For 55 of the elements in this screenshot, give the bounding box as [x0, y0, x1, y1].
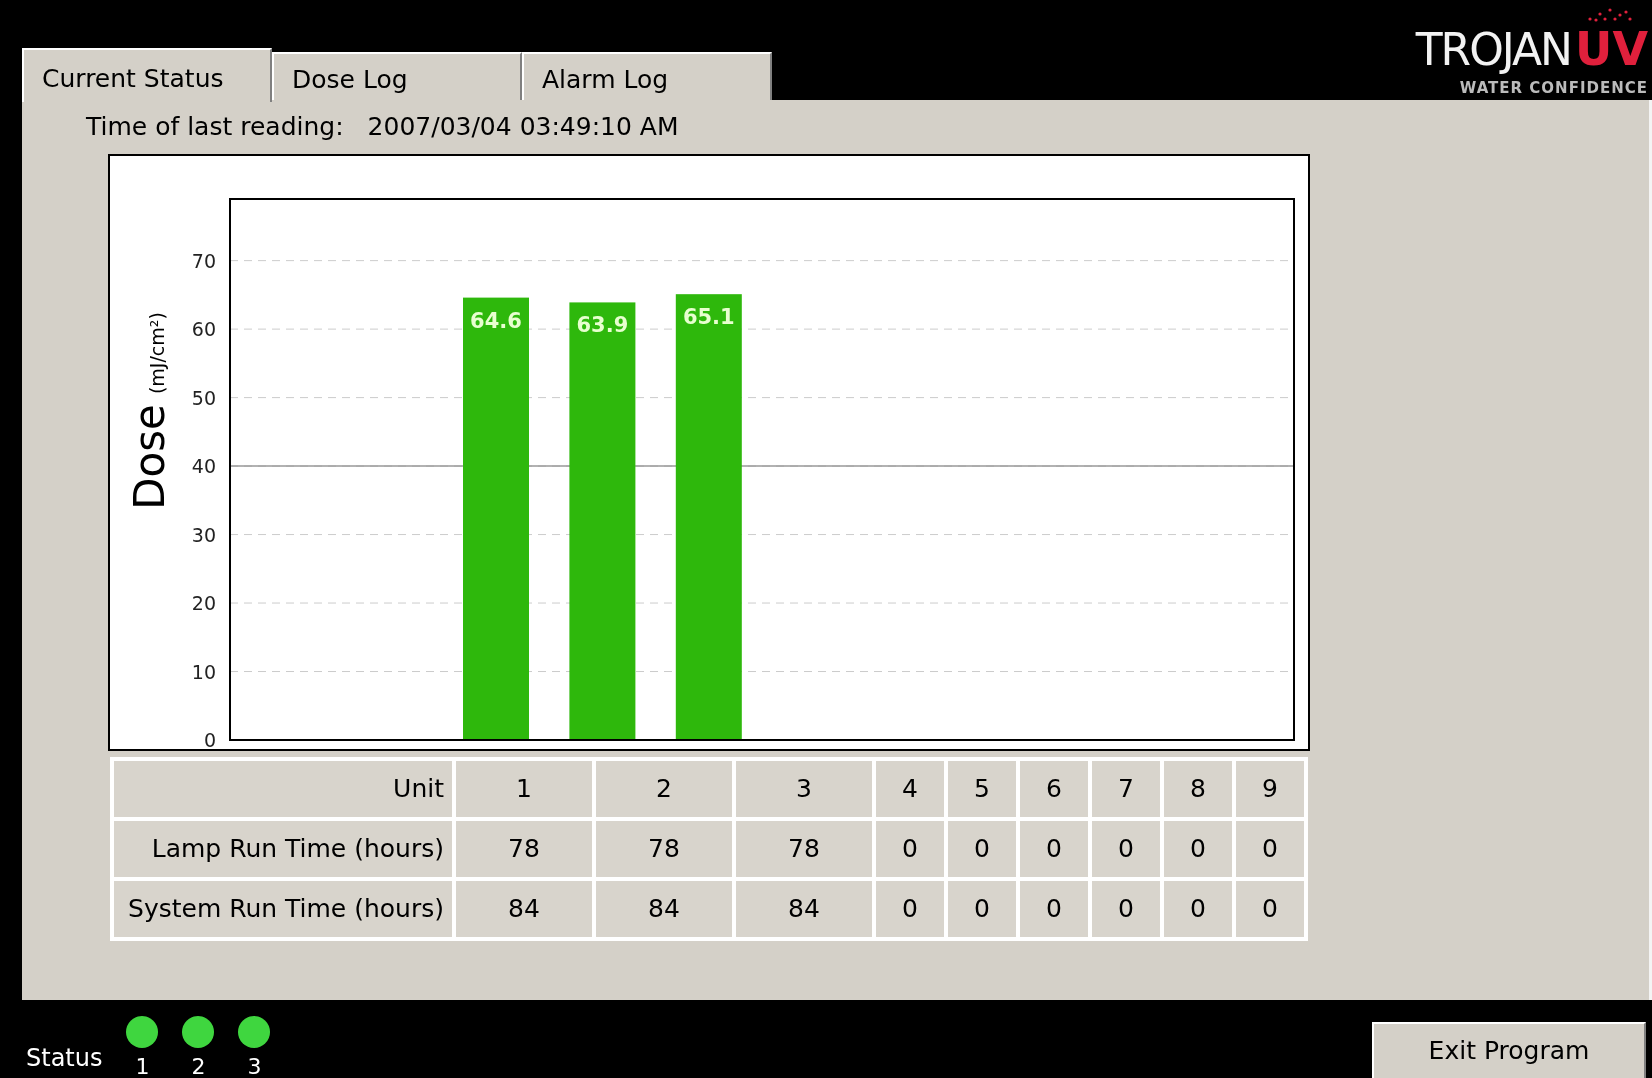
- column-header: 9: [1236, 760, 1304, 817]
- logo-text: TROJAN: [1415, 24, 1573, 78]
- data-label: 63.9: [576, 312, 629, 337]
- table-cell: 0: [1020, 820, 1088, 877]
- table-cell: 0: [876, 820, 944, 877]
- reading-time: 2007/03/04 03:49:10 AM: [367, 111, 679, 143]
- table-cell: 0: [948, 820, 1016, 877]
- tab[interactable]: Dose Log: [272, 52, 522, 100]
- tick-label: 50: [191, 386, 216, 409]
- table-cell: 0: [1092, 820, 1160, 877]
- unit-number: 2: [191, 1056, 206, 1078]
- column-header: 4: [876, 760, 944, 817]
- table-cell: 0: [1092, 880, 1160, 937]
- table-cell: 0: [1164, 880, 1232, 937]
- table-cell: 84: [736, 880, 872, 937]
- column-header: 6: [1020, 760, 1088, 817]
- tab[interactable]: Current Status: [22, 48, 272, 102]
- column-header: 1: [456, 760, 592, 817]
- table-cell: 0: [1164, 820, 1232, 877]
- tab[interactable]: Alarm Log: [522, 52, 772, 100]
- table-cell: 0: [1020, 880, 1088, 937]
- table-cell: 78: [596, 820, 732, 877]
- axis-title: Dose (mJ/cm²): [125, 310, 175, 512]
- column-header: 5: [948, 760, 1016, 817]
- table-cell: 0: [876, 880, 944, 937]
- status-label: Status: [26, 1043, 103, 1074]
- column-header: 2: [596, 760, 732, 817]
- table-cell: 84: [456, 880, 592, 937]
- tick-label: 40: [191, 454, 216, 477]
- tick-label: 10: [191, 660, 216, 682]
- row-label: Unit: [114, 760, 452, 817]
- table-cell: 78: [456, 820, 592, 877]
- tick-label: 0: [203, 728, 216, 749]
- logo-tagline: WATER CONFIDENCE: [1458, 78, 1648, 100]
- tick-label: 20: [191, 591, 216, 614]
- unit-number: 1: [135, 1056, 150, 1078]
- table-cell: 84: [596, 880, 732, 937]
- exit-button[interactable]: Exit Program: [1372, 1022, 1646, 1078]
- column-header: 3: [736, 760, 872, 817]
- data-label: 64.6: [470, 308, 522, 333]
- table-cell: 0: [948, 880, 1016, 937]
- unit-number: 3: [247, 1056, 262, 1078]
- reading-label: Time of last reading:: [86, 111, 344, 143]
- tick-label: 70: [191, 249, 216, 272]
- tick-label: 30: [191, 523, 216, 546]
- row-label: System Run Time (hours): [114, 880, 452, 937]
- column-header: 8: [1164, 760, 1232, 817]
- table-cell: 0: [1236, 820, 1304, 877]
- column-header: 7: [1092, 760, 1160, 817]
- data-label: 65.1: [682, 304, 735, 329]
- table-cell: 78: [736, 820, 872, 877]
- row-label: Lamp Run Time (hours): [114, 820, 452, 877]
- table-cell: 0: [1236, 880, 1304, 937]
- tick-label: 60: [191, 317, 216, 340]
- logo-mark: UV: [1575, 22, 1648, 78]
